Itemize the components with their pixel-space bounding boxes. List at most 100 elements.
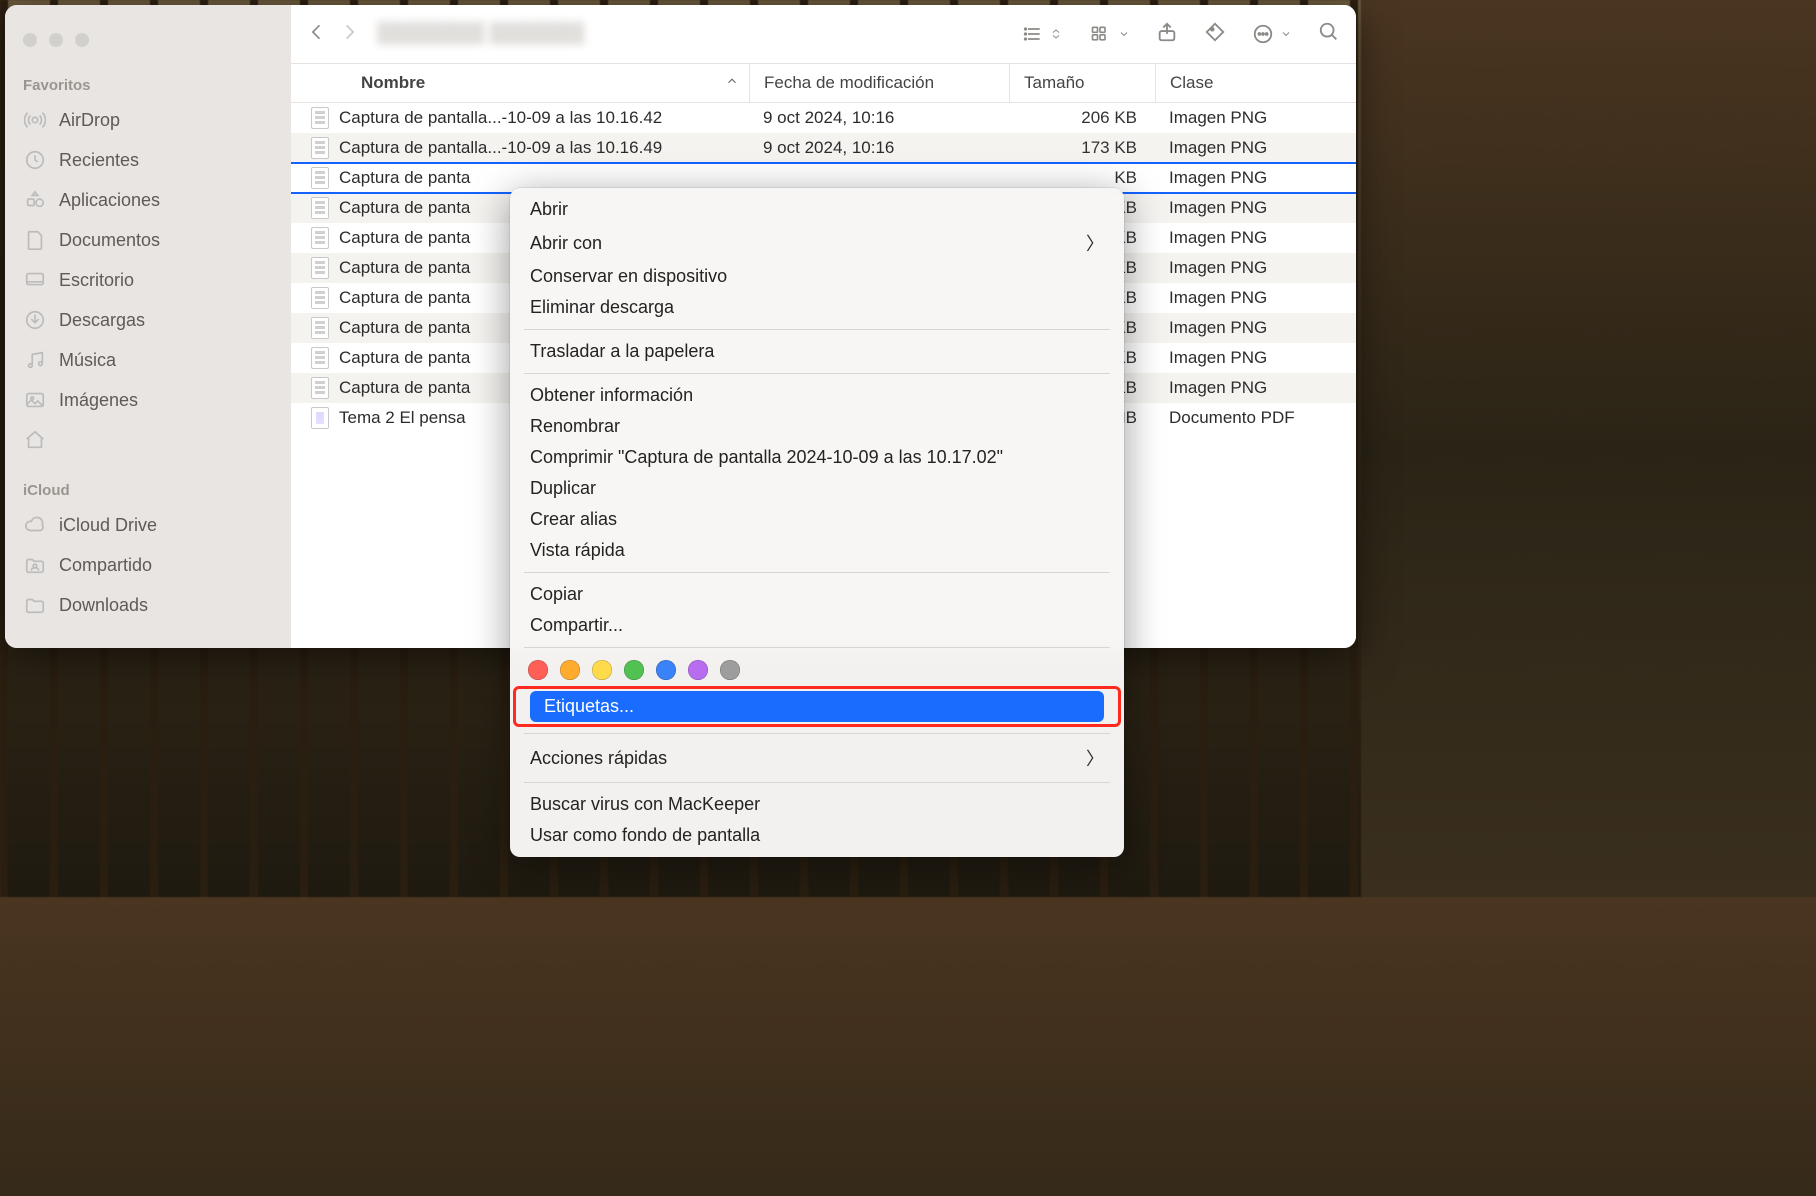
col-kind[interactable]: Clase [1155, 64, 1356, 102]
file-name-label: Captura de panta [339, 318, 470, 338]
ctx-item-renombrar[interactable]: Renombrar [516, 411, 1118, 442]
ctx-item-buscar-virus-con-mackeeper[interactable]: Buscar virus con MacKeeper [516, 789, 1118, 820]
ctx-item-abrir-con[interactable]: Abrir con〉 [516, 225, 1118, 261]
images-icon [23, 388, 47, 412]
image-file-icon [311, 257, 329, 279]
tag-gray[interactable] [720, 660, 740, 680]
ctx-item-label: Buscar virus con MacKeeper [530, 794, 760, 815]
sidebar-item-recientes[interactable]: Recientes [5, 140, 291, 180]
file-kind-cell: Imagen PNG [1155, 348, 1356, 368]
tag-blue[interactable] [656, 660, 676, 680]
sidebar-item-label: Aplicaciones [59, 190, 160, 211]
sidebar-item-aplicaciones[interactable]: Aplicaciones [5, 180, 291, 220]
file-size-cell: KB [1009, 168, 1155, 188]
ctx-item-label: Compartir... [530, 615, 623, 636]
view-list-button[interactable] [1022, 24, 1062, 44]
tag-yellow[interactable] [592, 660, 612, 680]
sidebar-item-downloads[interactable]: Downloads [5, 585, 291, 625]
ctx-item-label: Abrir con [530, 233, 602, 254]
forward-button[interactable] [339, 22, 359, 47]
ctx-item-label: Etiquetas... [544, 696, 634, 717]
ctx-separator [524, 733, 1110, 734]
window-controls [5, 25, 291, 55]
col-modified-label: Fecha de modificación [764, 73, 934, 93]
zoom-button[interactable] [75, 33, 89, 47]
file-kind-cell: Imagen PNG [1155, 228, 1356, 248]
cloud-icon [23, 513, 47, 537]
ctx-item-label: Comprimir "Captura de pantalla 2024-10-0… [530, 447, 1003, 468]
ctx-item-eliminar-descarga[interactable]: Eliminar descarga [516, 292, 1118, 323]
file-size-cell: 206 KB [1009, 108, 1155, 128]
downloads-icon [23, 308, 47, 332]
ctx-item-duplicar[interactable]: Duplicar [516, 473, 1118, 504]
file-name-label: Captura de pantalla...-10-09 a las 10.16… [339, 108, 662, 128]
ctx-item-label: Vista rápida [530, 540, 625, 561]
sidebar-item-label: Compartido [59, 555, 152, 576]
ctx-item-vista-r-pida[interactable]: Vista rápida [516, 535, 1118, 566]
share-button[interactable] [1156, 21, 1178, 48]
ctx-item-abrir[interactable]: Abrir [516, 194, 1118, 225]
ctx-item-compartir-[interactable]: Compartir... [516, 610, 1118, 641]
home-icon [23, 428, 47, 452]
sidebar-item-escritorio[interactable]: Escritorio [5, 260, 291, 300]
sidebar-item-label: Imágenes [59, 390, 138, 411]
search-button[interactable] [1318, 21, 1340, 48]
sidebar-item-imágenes[interactable]: Imágenes [5, 380, 291, 420]
sidebar-item-música[interactable]: Música [5, 340, 291, 380]
tag-purple[interactable] [688, 660, 708, 680]
back-button[interactable] [307, 22, 327, 47]
ctx-item-label: Usar como fondo de pantalla [530, 825, 760, 846]
file-name-cell: Captura de panta [291, 167, 749, 189]
col-modified[interactable]: Fecha de modificación [749, 64, 1009, 102]
ctx-item-label: Duplicar [530, 478, 596, 499]
minimize-button[interactable] [49, 33, 63, 47]
tag-red[interactable] [528, 660, 548, 680]
ctx-item-label: Copiar [530, 584, 583, 605]
sidebar-item-label: AirDrop [59, 110, 120, 131]
file-kind-cell: Imagen PNG [1155, 138, 1356, 158]
sidebar-item-documentos[interactable]: Documentos [5, 220, 291, 260]
ctx-item-label: Conservar en dispositivo [530, 266, 727, 287]
file-name-label: Captura de panta [339, 168, 470, 188]
close-button[interactable] [23, 33, 37, 47]
sidebar-item-home[interactable] [5, 420, 291, 460]
tag-orange[interactable] [560, 660, 580, 680]
ctx-item-label: Eliminar descarga [530, 297, 674, 318]
sidebar-section-favorites: Favoritos [5, 55, 291, 100]
ctx-item-conservar-en-dispositivo[interactable]: Conservar en dispositivo [516, 261, 1118, 292]
sidebar-item-airdrop[interactable]: AirDrop [5, 100, 291, 140]
sidebar-item-compartido[interactable]: Compartido [5, 545, 291, 585]
column-headers: Nombre Fecha de modificación Tamaño Clas… [291, 63, 1356, 103]
ctx-item-acciones-r-pidas[interactable]: Acciones rápidas〉 [516, 740, 1118, 776]
file-kind-cell: Imagen PNG [1155, 198, 1356, 218]
file-row[interactable]: Captura de pantalla...-10-09 a las 10.16… [291, 103, 1356, 133]
ctx-item-etiquetas-[interactable]: Etiquetas... [530, 691, 1104, 722]
more-button[interactable] [1252, 23, 1292, 45]
image-file-icon [311, 167, 329, 189]
ctx-item-comprimir-captura-de-pantalla-[interactable]: Comprimir "Captura de pantalla 2024-10-0… [516, 442, 1118, 473]
desktop-icon [23, 268, 47, 292]
sidebar-item-descargas[interactable]: Descargas [5, 300, 291, 340]
file-size-cell: 173 KB [1009, 138, 1155, 158]
ctx-item-crear-alias[interactable]: Crear alias [516, 504, 1118, 535]
group-button[interactable] [1088, 24, 1130, 44]
col-kind-label: Clase [1170, 73, 1213, 93]
ctx-item-usar-como-fondo-de-pantalla[interactable]: Usar como fondo de pantalla [516, 820, 1118, 851]
image-file-icon [311, 317, 329, 339]
tag-green[interactable] [624, 660, 644, 680]
file-name-label: Captura de pantalla...-10-09 a las 10.16… [339, 138, 662, 158]
file-kind-cell: Imagen PNG [1155, 288, 1356, 308]
recent-icon [23, 148, 47, 172]
file-name-cell: Captura de pantalla...-10-09 a las 10.16… [291, 137, 749, 159]
ctx-item-copiar[interactable]: Copiar [516, 579, 1118, 610]
file-row[interactable]: Captura de pantalla...-10-09 a las 10.16… [291, 133, 1356, 163]
col-size[interactable]: Tamaño [1009, 64, 1155, 102]
col-name[interactable]: Nombre [291, 64, 749, 102]
file-name-label: Captura de panta [339, 198, 470, 218]
tags-button[interactable] [1204, 21, 1226, 48]
ctx-item-obtener-informaci-n[interactable]: Obtener información [516, 380, 1118, 411]
chevron-right-icon: 〉 [1086, 745, 1104, 771]
ctx-item-trasladar-a-la-papelera[interactable]: Trasladar a la papelera [516, 336, 1118, 367]
file-kind-cell: Documento PDF [1155, 408, 1356, 428]
sidebar-item-icloud-drive[interactable]: iCloud Drive [5, 505, 291, 545]
